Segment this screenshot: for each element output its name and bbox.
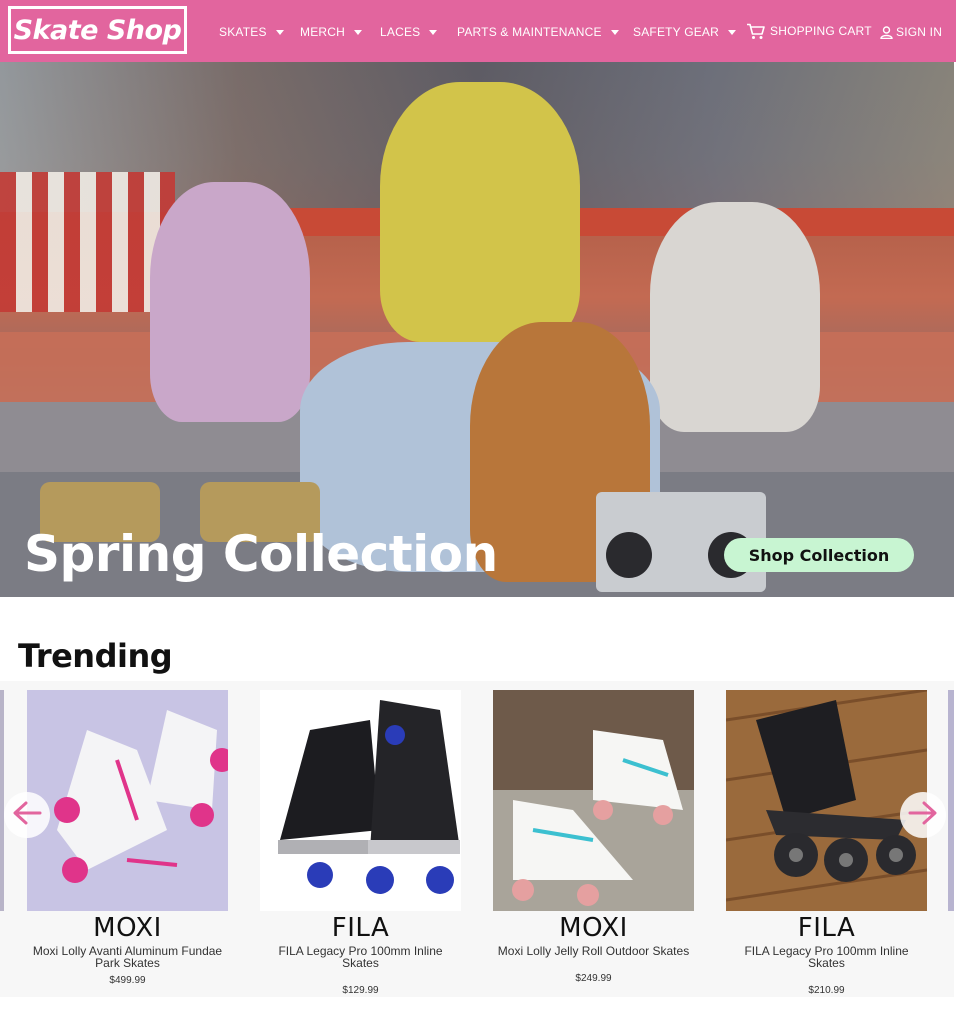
- product-name[interactable]: Moxi Lolly Avanti Aluminum Fundae Park S…: [27, 945, 228, 969]
- carousel-next-button[interactable]: [900, 792, 946, 838]
- nav-item-label: SKATES: [219, 25, 267, 39]
- hero-person: [150, 182, 310, 422]
- hero-title: Spring Collection: [24, 525, 498, 583]
- product-price: $129.99: [342, 985, 379, 996]
- product-brand: FILA: [331, 913, 390, 943]
- product-card[interactable]: FILA FILA Legacy Pro 100mm Inline Skates…: [726, 690, 927, 996]
- product-name[interactable]: Moxi Lolly Jelly Roll Outdoor Skates: [493, 945, 694, 957]
- product-brand: MOXI: [559, 913, 628, 943]
- product-brand: MOXI: [93, 913, 162, 943]
- product-image[interactable]: [493, 690, 694, 911]
- partial-product-card[interactable]: [0, 690, 4, 911]
- nav-item-skates[interactable]: SKATES: [219, 23, 284, 41]
- product-brand: FILA: [797, 913, 856, 943]
- sign-in-label: SIGN IN: [896, 25, 943, 39]
- product-image[interactable]: [27, 690, 228, 911]
- chevron-down-icon: [610, 29, 619, 35]
- logo[interactable]: Skate Shop: [8, 6, 187, 54]
- product-card[interactable]: MOXI Moxi Lolly Avanti Aluminum Fundae P…: [27, 690, 228, 986]
- cart-icon: [746, 23, 765, 40]
- nav-item-label: LACES: [380, 25, 421, 39]
- nav-item-label: SAFETY GEAR: [633, 25, 720, 39]
- hero-banner: [0, 62, 954, 597]
- nav-item-merch[interactable]: MERCH: [300, 23, 362, 41]
- hero-person: [380, 82, 580, 342]
- product-image[interactable]: [260, 690, 461, 911]
- chevron-down-icon: [728, 29, 737, 35]
- arrow-right-icon: [908, 801, 938, 830]
- product-name[interactable]: FILA Legacy Pro 100mm Inline Skates: [726, 945, 927, 969]
- product-image[interactable]: [726, 690, 927, 911]
- nav-item-label: MERCH: [300, 25, 345, 39]
- trending-carousel: MOXI Moxi Lolly Avanti Aluminum Fundae P…: [0, 681, 954, 997]
- product-price: $249.99: [575, 973, 612, 984]
- shopping-cart-link[interactable]: SHOPPING CART: [746, 22, 872, 40]
- trending-heading: Trending: [18, 637, 173, 675]
- carousel-prev-button[interactable]: [4, 792, 50, 838]
- nav-item-laces[interactable]: LACES: [380, 23, 438, 41]
- product-price: $210.99: [808, 985, 845, 996]
- product-card[interactable]: MOXI Moxi Lolly Jelly Roll Outdoor Skate…: [493, 690, 694, 984]
- product-card[interactable]: FILA FILA Legacy Pro 100mm Inline Skates…: [260, 690, 461, 996]
- product-name[interactable]: FILA Legacy Pro 100mm Inline Skates: [260, 945, 461, 969]
- nav-item-safety-gear[interactable]: SAFETY GEAR: [633, 23, 737, 41]
- shop-collection-button[interactable]: Shop Collection: [724, 538, 914, 572]
- top-nav: Skate Shop SKATES MERCH LACES PARTS & MA…: [0, 0, 956, 62]
- nav-item-parts-maintenance[interactable]: PARTS & MAINTENANCE: [457, 23, 619, 41]
- arrow-left-icon: [12, 801, 42, 830]
- chevron-down-icon: [429, 29, 438, 35]
- partial-product-card[interactable]: [948, 690, 954, 911]
- hero-person: [650, 202, 820, 432]
- logo-text: Skate Shop: [13, 14, 182, 46]
- chevron-down-icon: [275, 29, 284, 35]
- user-icon: [880, 25, 893, 39]
- nav-item-label: PARTS & MAINTENANCE: [457, 25, 602, 39]
- product-price: $499.99: [109, 975, 146, 986]
- sign-in-link[interactable]: SIGN IN: [880, 23, 942, 41]
- chevron-down-icon: [354, 29, 362, 35]
- hero-awning: [0, 172, 175, 312]
- cart-label: SHOPPING CART: [770, 24, 872, 38]
